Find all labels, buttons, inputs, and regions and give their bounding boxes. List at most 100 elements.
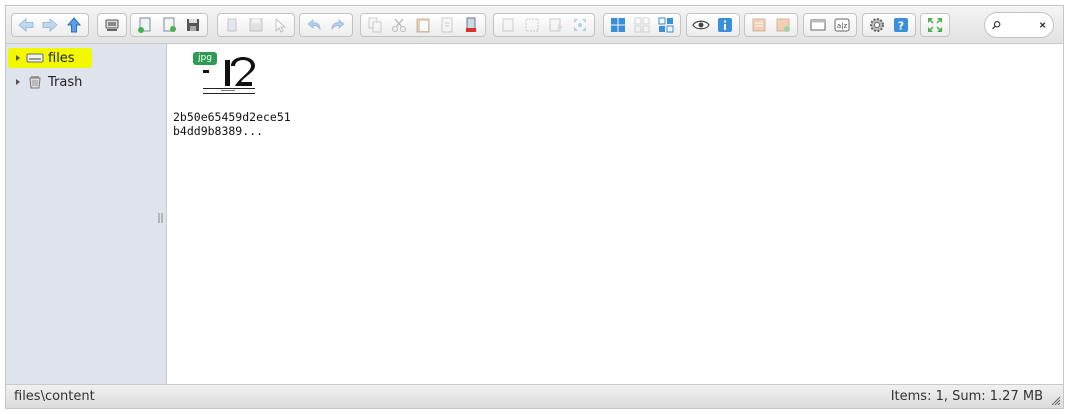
save-icon bbox=[249, 18, 263, 32]
select-all-button[interactable] bbox=[497, 15, 519, 35]
preview-button[interactable] bbox=[690, 15, 712, 35]
preferences-icon bbox=[870, 18, 884, 32]
select-button[interactable] bbox=[269, 15, 291, 35]
download-icon bbox=[187, 19, 199, 31]
status-summary: Items: 1, Sum: 1.27 MB bbox=[890, 389, 1043, 404]
info-icon bbox=[718, 18, 732, 32]
toolbar-group-edit bbox=[360, 13, 486, 37]
duplicate-button[interactable] bbox=[436, 15, 458, 35]
delete-button[interactable] bbox=[460, 15, 482, 35]
archive-button[interactable] bbox=[772, 15, 794, 35]
getfile-button[interactable] bbox=[221, 15, 243, 35]
search-box[interactable] bbox=[984, 12, 1054, 38]
fullscreen-button[interactable] bbox=[924, 15, 946, 35]
window-resize-grip-icon[interactable] bbox=[1051, 396, 1061, 406]
cut-icon bbox=[392, 18, 406, 32]
toolbar-group-places bbox=[97, 13, 127, 37]
list-view-button[interactable] bbox=[631, 15, 653, 35]
upload-button[interactable] bbox=[158, 15, 180, 35]
clear-search-icon[interactable] bbox=[1038, 19, 1047, 31]
preferences-button[interactable] bbox=[866, 15, 888, 35]
open-button[interactable] bbox=[134, 15, 156, 35]
select-invert-button[interactable] bbox=[545, 15, 567, 35]
file-manager-window: a|z ? files Trash jpg 2b50e65459d2ece51b… bbox=[5, 5, 1064, 409]
drive-icon bbox=[26, 53, 44, 63]
back-button[interactable] bbox=[15, 15, 37, 35]
sidebar-tree: files Trash bbox=[6, 44, 167, 384]
icons-view-button[interactable] bbox=[607, 15, 629, 35]
hidden-button[interactable] bbox=[655, 15, 677, 35]
toolbar-group-getfile bbox=[217, 13, 295, 37]
sidebar-resize-handle[interactable] bbox=[158, 212, 163, 224]
info-button[interactable] bbox=[714, 15, 736, 35]
open-icon bbox=[138, 17, 151, 33]
select-none-icon bbox=[525, 18, 539, 32]
resize-icon bbox=[574, 19, 586, 31]
search-input[interactable] bbox=[1005, 17, 1038, 33]
expand-arrow-icon[interactable] bbox=[14, 54, 22, 62]
list-view-icon bbox=[634, 17, 650, 33]
toolbar-group-navigation bbox=[11, 13, 89, 37]
duplicate-icon bbox=[441, 17, 453, 33]
undo-icon bbox=[307, 19, 321, 31]
rename-icon bbox=[810, 19, 826, 31]
preview-icon bbox=[692, 20, 710, 30]
select-none-button[interactable] bbox=[521, 15, 543, 35]
svg-text:?: ? bbox=[898, 20, 904, 33]
select-icon bbox=[275, 17, 287, 33]
netmount-button[interactable] bbox=[101, 15, 123, 35]
toolbar-group-info bbox=[686, 13, 740, 37]
svg-text:a|z: a|z bbox=[837, 22, 848, 30]
rename-button[interactable] bbox=[807, 15, 829, 35]
forward-icon bbox=[42, 17, 58, 33]
toolbar-group-view bbox=[603, 13, 681, 37]
netmount-icon bbox=[105, 19, 119, 31]
icons-view-icon bbox=[611, 18, 625, 32]
search-icon bbox=[992, 21, 1001, 30]
sidebar-item-trash[interactable]: Trash bbox=[8, 72, 92, 92]
extract-icon bbox=[752, 18, 766, 32]
sidebar-item-label: files bbox=[48, 50, 75, 66]
download-button[interactable] bbox=[182, 15, 204, 35]
undo-button[interactable] bbox=[303, 15, 325, 35]
sidebar-item-label: Trash bbox=[48, 74, 83, 90]
fullscreen-icon bbox=[928, 18, 942, 32]
status-bar: files\content Items: 1, Sum: 1.27 MB bbox=[6, 384, 1063, 408]
hidden-icon bbox=[658, 17, 674, 33]
toolbar-group-history bbox=[299, 13, 353, 37]
toolbar: a|z ? bbox=[6, 6, 1063, 44]
save-button[interactable] bbox=[245, 15, 267, 35]
cut-button[interactable] bbox=[388, 15, 410, 35]
paste-button[interactable] bbox=[412, 15, 434, 35]
toolbar-group-fullscreen bbox=[920, 13, 950, 37]
help-button[interactable]: ? bbox=[890, 15, 912, 35]
forward-button[interactable] bbox=[39, 15, 61, 35]
expand-arrow-icon[interactable] bbox=[14, 78, 22, 86]
upload-icon bbox=[163, 17, 176, 32]
extract-button[interactable] bbox=[748, 15, 770, 35]
getfile-icon bbox=[227, 18, 237, 32]
resize-button[interactable] bbox=[569, 15, 591, 35]
copy-icon bbox=[368, 17, 382, 33]
sort-button[interactable]: a|z bbox=[831, 15, 853, 35]
redo-button[interactable] bbox=[327, 15, 349, 35]
toolbar-group-tools: a|z bbox=[803, 13, 857, 37]
toolbar-group-archive bbox=[744, 13, 798, 37]
toolbar-group-select bbox=[493, 13, 595, 37]
up-icon bbox=[66, 17, 82, 33]
delete-icon bbox=[466, 17, 476, 32]
up-button[interactable] bbox=[63, 15, 85, 35]
current-path: files\content bbox=[14, 389, 95, 404]
paste-icon bbox=[416, 18, 430, 33]
trash-icon bbox=[29, 76, 41, 89]
help-icon: ? bbox=[894, 18, 908, 33]
toolbar-group-help: ? bbox=[862, 13, 916, 37]
select-all-icon bbox=[502, 18, 514, 32]
archive-icon bbox=[776, 18, 790, 32]
redo-icon bbox=[331, 19, 345, 31]
sidebar-item-files[interactable]: files bbox=[8, 48, 92, 68]
file-name: 2b50e65459d2ece51b4dd9b8389... bbox=[173, 110, 291, 138]
copy-button[interactable] bbox=[364, 15, 386, 35]
file-list-area: jpg 2b50e65459d2ece51b4dd9b8389... bbox=[167, 44, 1063, 384]
back-icon bbox=[18, 17, 34, 33]
